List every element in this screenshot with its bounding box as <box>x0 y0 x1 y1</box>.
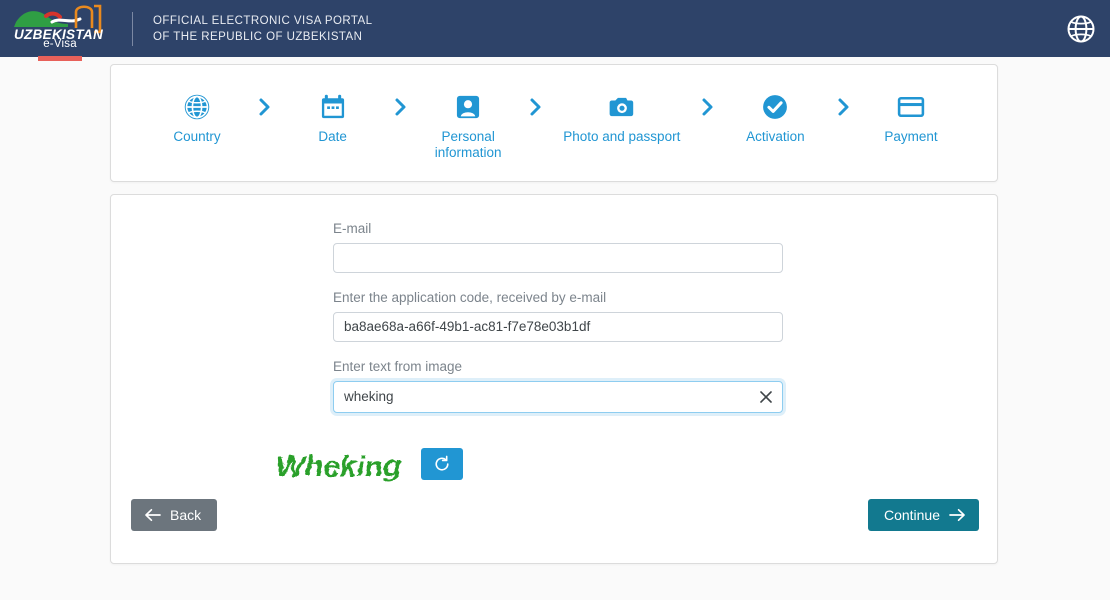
field-application-code: Enter the application code, received by … <box>333 290 783 342</box>
application-code-value: ba8ae68a-a66f-49b1-ac81-f7e78e03b1df <box>344 319 591 334</box>
close-icon[interactable] <box>759 390 773 404</box>
captcha-image: Wheking <box>275 449 400 482</box>
logo-accent-bar <box>38 56 82 61</box>
header-title-line1: OFFICIAL ELECTRONIC VISA PORTAL <box>153 14 373 27</box>
activation-form-card: E-mail Enter the application code, recei… <box>110 194 998 564</box>
chevron-right-icon <box>249 93 281 117</box>
captcha-text: Wheking <box>275 449 400 482</box>
globe-icon[interactable] <box>1066 14 1096 44</box>
uzbekistan-evisa-logo-icon: UZBEKISTAN <box>14 4 103 42</box>
field-captcha-text: Enter text from image wheking <box>333 359 783 413</box>
email-label: E-mail <box>333 221 372 236</box>
captcha-refresh-button[interactable] <box>421 448 463 480</box>
header-divider <box>132 11 133 46</box>
captcha-input-value: wheking <box>344 389 394 404</box>
camera-icon <box>609 97 633 117</box>
step-label: Country <box>173 129 221 144</box>
step-date[interactable]: Date <box>281 93 385 145</box>
captcha-row: Wheking <box>271 440 997 488</box>
email-field[interactable] <box>333 243 783 273</box>
application-code-label: Enter the application code, received by … <box>333 290 607 305</box>
header-title: OFFICIAL ELECTRONIC VISA PORTAL OF THE R… <box>153 13 373 45</box>
person-card-icon <box>457 95 480 119</box>
stepper-card: Country Date Personal information Photo … <box>110 64 998 182</box>
step-label: Activation <box>746 129 805 144</box>
step-payment[interactable]: Payment <box>859 93 963 145</box>
arrow-left-icon <box>145 508 161 522</box>
site-header: UZBEKISTAN e-Visa OFFICIAL ELECTRONIC VI… <box>0 0 1110 61</box>
step-country[interactable]: Country <box>145 93 249 145</box>
back-button[interactable]: Back <box>131 499 218 531</box>
logo[interactable]: UZBEKISTAN e-Visa <box>8 0 118 61</box>
refresh-icon <box>435 455 449 471</box>
header-title-line2: OF THE REPUBLIC OF UZBEKISTAN <box>153 30 363 43</box>
chevron-right-icon <box>520 93 552 117</box>
logo-sublabel: e-Visa <box>43 38 77 50</box>
chevron-right-icon <box>385 93 417 117</box>
back-button-label: Back <box>170 507 202 523</box>
step-personal-information[interactable]: Personal information <box>416 93 520 161</box>
continue-button-label: Continue <box>883 507 940 523</box>
calendar-icon <box>321 94 344 119</box>
application-code-field[interactable]: ba8ae68a-a66f-49b1-ac81-f7e78e03b1df <box>333 312 783 342</box>
check-circle-icon <box>763 95 788 119</box>
globe-icon <box>184 94 210 120</box>
step-activation[interactable]: Activation <box>723 93 827 145</box>
continue-button[interactable]: Continue <box>867 499 979 531</box>
arrow-right-icon <box>949 508 965 522</box>
chevron-right-icon <box>827 93 859 117</box>
field-email: E-mail <box>333 221 783 273</box>
step-label: Date <box>318 129 347 144</box>
step-label: Personal information <box>434 129 502 160</box>
chevron-right-icon <box>692 93 724 117</box>
step-label: Photo and passport <box>563 129 681 144</box>
step-label: Payment <box>884 129 938 144</box>
form-actions: Back Continue <box>111 499 999 531</box>
captcha-input[interactable]: wheking <box>333 381 783 413</box>
step-photo-and-passport[interactable]: Photo and passport <box>552 93 692 145</box>
credit-card-icon <box>897 96 925 118</box>
stepper: Country Date Personal information Photo … <box>111 65 997 181</box>
captcha-input-label: Enter text from image <box>333 359 463 374</box>
